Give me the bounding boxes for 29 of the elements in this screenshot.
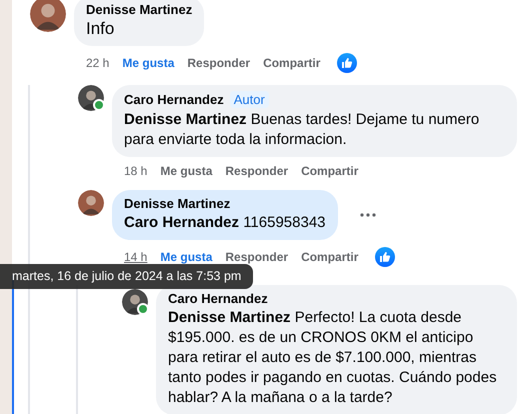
comment-text: Denisse Martinez Perfecto! La cuota desde $195.000. es de un CRONOS 0KM el anticipo para retirar el auto es de $7.100.000, mientras tanto podes ir pagando en cuotas. Cuándo podes hablar? A la mañana o a la tarde? [168, 308, 498, 408]
author-name[interactable]: Denisse Martinez [86, 2, 192, 17]
like-icon[interactable] [337, 53, 358, 73]
like-icon[interactable] [375, 247, 396, 267]
action-link[interactable]: Compartir [263, 56, 320, 70]
author-name[interactable]: Caro Hernandez [168, 291, 268, 306]
date-tooltip: martes, 16 de julio de 2024 a las 7:53 pm [0, 264, 254, 289]
author-badge: Autor [230, 91, 269, 108]
action-link[interactable]: Me gusta [160, 250, 212, 264]
comment-text: Denisse Martinez Buenas tardes! Dejame tu numero para enviarte toda la informacion. [124, 110, 480, 150]
action-link[interactable]: Me gusta [160, 164, 212, 178]
action-link[interactable]: Compartir [301, 250, 358, 264]
action-link[interactable]: Responder [187, 56, 250, 70]
action-link[interactable]: Me gusta [122, 56, 174, 70]
avatar[interactable] [78, 85, 104, 111]
avatar[interactable] [78, 190, 104, 216]
more-options-icon[interactable] [360, 213, 376, 217]
action-link[interactable]: Responder [225, 164, 288, 178]
author-name[interactable]: Denisse Martinez [124, 196, 230, 211]
timestamp-link[interactable]: 18 h [124, 164, 148, 178]
timestamp-link[interactable]: 22 h [86, 56, 110, 70]
avatar[interactable] [30, 0, 66, 32]
comment-text: Caro Hernandez 1165958343 [124, 213, 326, 233]
timestamp-link[interactable]: 14 h [124, 250, 148, 264]
action-link[interactable]: Responder [225, 250, 288, 264]
action-link[interactable]: Compartir [301, 164, 358, 178]
author-name[interactable]: Caro Hernandez [124, 92, 224, 107]
comment-text: Info [86, 19, 116, 39]
avatar[interactable] [122, 289, 148, 315]
